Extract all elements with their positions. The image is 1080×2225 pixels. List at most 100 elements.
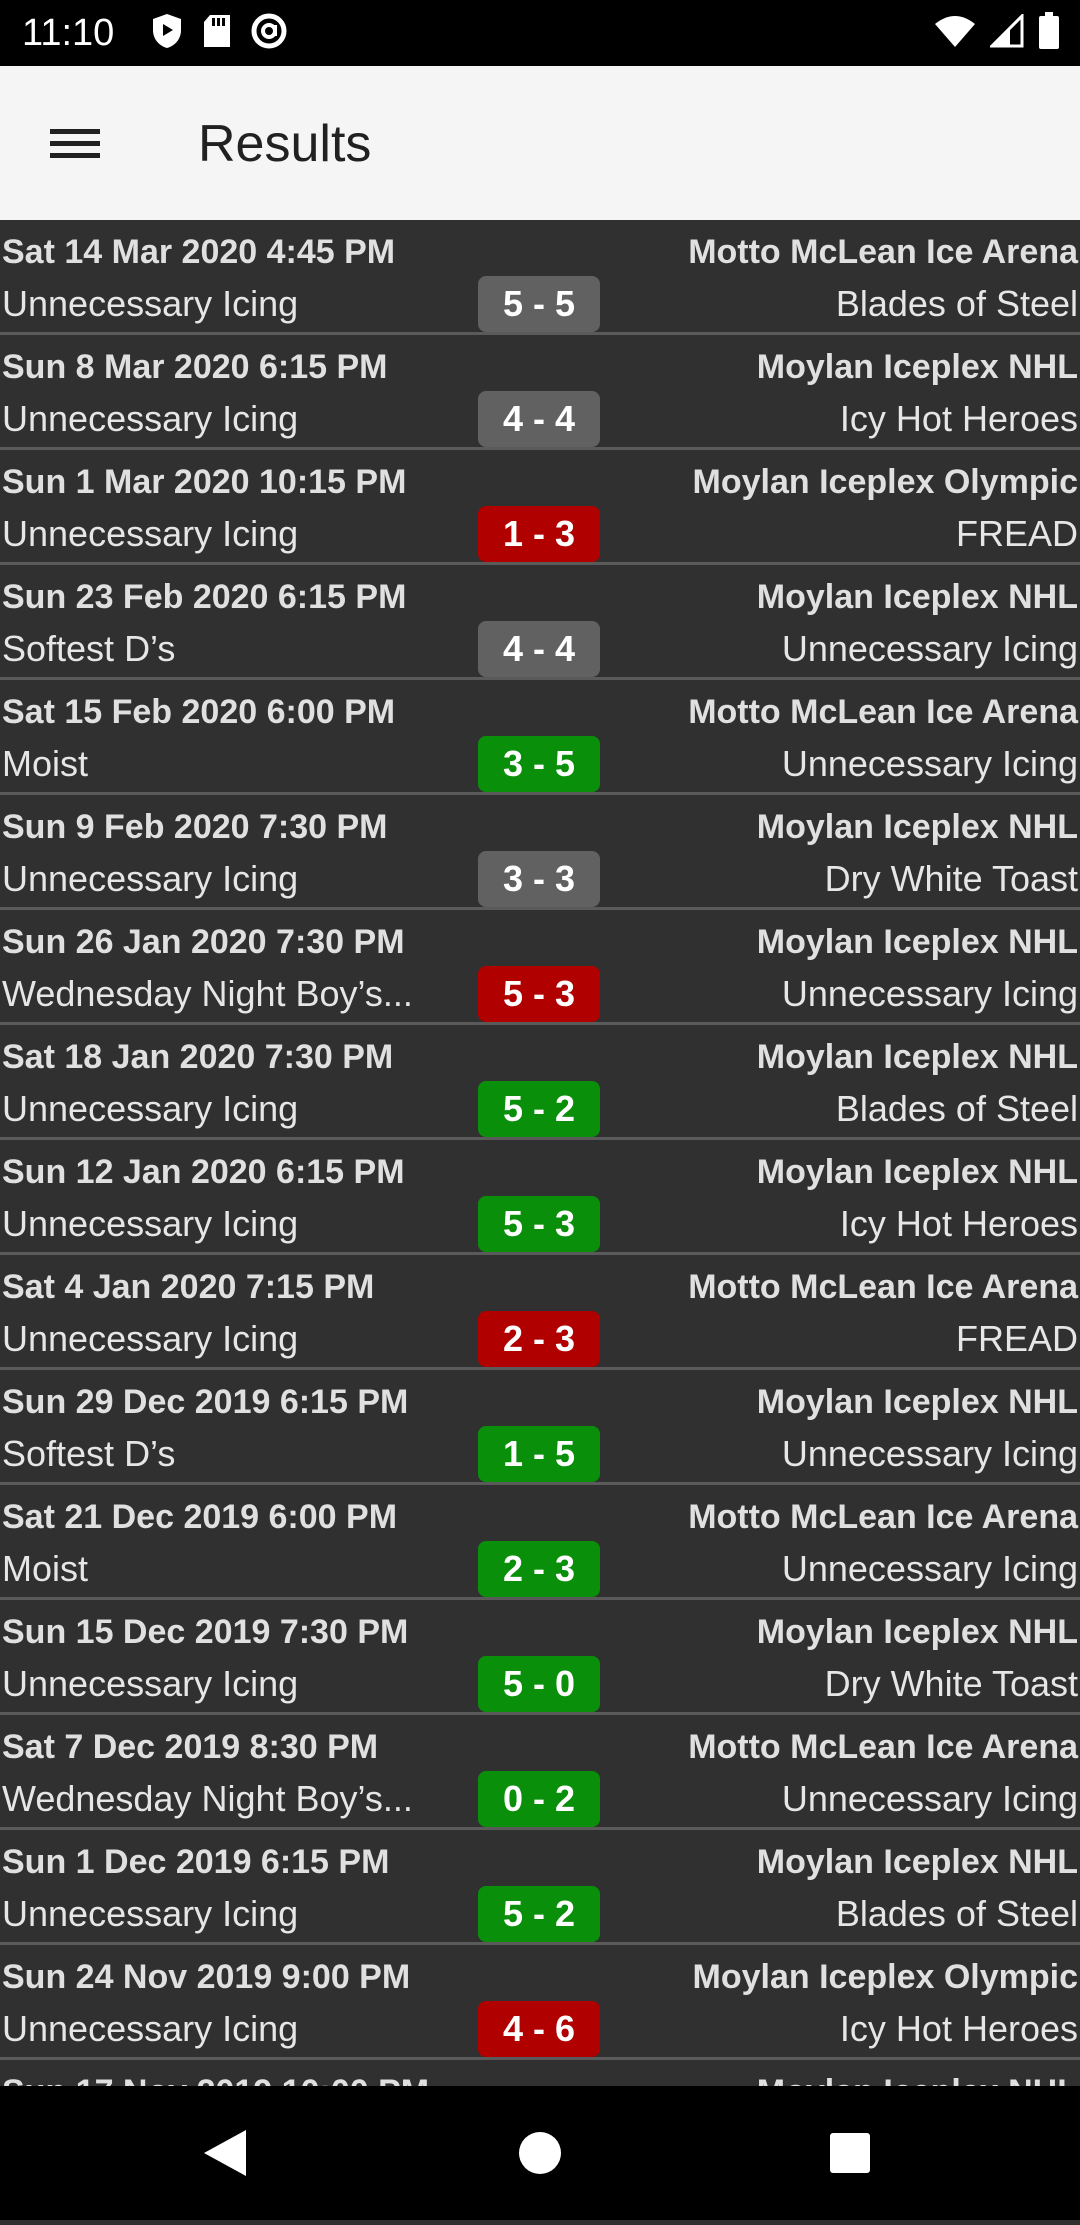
- result-row[interactable]: Sat 15 Feb 2020 6:00 PM Motto McLean Ice …: [0, 680, 1080, 795]
- status-bar: 11:10: [0, 0, 1080, 66]
- home-team: Unnecessary Icing: [2, 1893, 299, 1934]
- shield-icon: [150, 12, 184, 55]
- game-date: Sat 7 Dec 2019 8:30 PM: [2, 1728, 379, 1766]
- home-team: Moist: [2, 743, 89, 784]
- hamburger-menu-icon[interactable]: [36, 111, 100, 175]
- game-date: Sun 1 Mar 2020 10:15 PM: [2, 463, 407, 501]
- game-venue: Moylan Iceplex NHL: [756, 808, 1078, 846]
- result-row[interactable]: Sat 21 Dec 2019 6:00 PM Motto McLean Ice …: [0, 1485, 1080, 1600]
- game-date: Sun 9 Feb 2020 7:30 PM: [2, 808, 388, 846]
- home-team: Unnecessary Icing: [2, 1088, 299, 1129]
- game-date: Sun 29 Dec 2019 6:15 PM: [2, 1383, 409, 1421]
- game-venue: Moylan Iceplex NHL: [756, 1843, 1078, 1881]
- result-row[interactable]: Sun 24 Nov 2019 9:00 PM Moylan Iceplex Ol…: [0, 1945, 1080, 2060]
- result-row[interactable]: Sat 18 Jan 2020 7:30 PM Moylan Iceplex NH…: [0, 1025, 1080, 1140]
- away-team: Dry White Toast: [824, 858, 1078, 899]
- result-row[interactable]: Sun 29 Dec 2019 6:15 PM Moylan Iceplex NH…: [0, 1370, 1080, 1485]
- score-badge: 0 - 2: [478, 1771, 600, 1827]
- home-team: Unnecessary Icing: [2, 1318, 299, 1359]
- game-venue: Moylan Iceplex NHL: [756, 1613, 1078, 1651]
- result-row[interactable]: Sun 15 Dec 2019 7:30 PM Moylan Iceplex NH…: [0, 1600, 1080, 1715]
- home-circle-icon[interactable]: [440, 2086, 640, 2220]
- result-row[interactable]: Sun 1 Dec 2019 6:15 PM Moylan Iceplex NHL…: [0, 1830, 1080, 1945]
- away-team: Dry White Toast: [824, 1663, 1078, 1704]
- result-row[interactable]: Sun 9 Feb 2020 7:30 PM Moylan Iceplex NHL…: [0, 795, 1080, 910]
- home-team: Wednesday Night Boy’s...: [2, 973, 413, 1014]
- status-icons-left: [150, 12, 288, 54]
- game-date: Sun 17 Nov 2019 10:00 PM: [2, 2070, 429, 2086]
- navigation-bar: [0, 2086, 1080, 2220]
- sd-card-icon: [202, 13, 232, 54]
- score-badge: 1 - 3: [478, 506, 600, 562]
- away-team: Icy Hot Heroes: [839, 398, 1078, 439]
- at-icon: [250, 12, 288, 55]
- score-badge: 4 - 4: [478, 621, 600, 677]
- result-row[interactable]: Sun 8 Mar 2020 6:15 PM Moylan Iceplex NHL…: [0, 335, 1080, 450]
- home-team: Unnecessary Icing: [2, 398, 299, 439]
- status-icons-right: [934, 11, 1060, 55]
- game-venue: Moylan Iceplex NHL: [756, 1038, 1078, 1076]
- home-team: Softest D’s: [2, 1433, 176, 1474]
- game-date: Sun 1 Dec 2019 6:15 PM: [2, 1843, 390, 1881]
- result-row[interactable]: Sun 26 Jan 2020 7:30 PM Moylan Iceplex NH…: [0, 910, 1080, 1025]
- recents-square-icon[interactable]: [750, 2086, 950, 2220]
- score-badge: 1 - 5: [478, 1426, 600, 1482]
- away-team: Blades of Steel: [835, 283, 1078, 324]
- game-venue: Moylan Iceplex NHL: [757, 2070, 1078, 2086]
- game-date: Sun 12 Jan 2020 6:15 PM: [2, 1153, 405, 1191]
- score-badge: 3 - 3: [478, 851, 600, 907]
- score-badge: 5 - 2: [478, 1886, 600, 1942]
- wifi-icon: [934, 14, 976, 53]
- score-badge: 5 - 2: [478, 1081, 600, 1137]
- game-date: Sat 4 Jan 2020 7:15 PM: [2, 1268, 375, 1306]
- game-date: Sun 8 Mar 2020 6:15 PM: [2, 348, 388, 386]
- game-venue: Moylan Iceplex NHL: [756, 578, 1078, 616]
- away-team: Unnecessary Icing: [781, 1778, 1078, 1819]
- home-team: Unnecessary Icing: [2, 283, 299, 324]
- game-date: Sat 21 Dec 2019 6:00 PM: [2, 1498, 398, 1536]
- game-venue: Moylan Iceplex Olympic: [692, 1958, 1078, 1996]
- result-row[interactable]: Sat 4 Jan 2020 7:15 PM Motto McLean Ice A…: [0, 1255, 1080, 1370]
- results-list[interactable]: Sat 14 Mar 2020 4:45 PM Motto McLean Ice …: [0, 220, 1080, 2086]
- game-venue: Motto McLean Ice Arena: [688, 233, 1078, 271]
- back-triangle-icon[interactable]: [126, 2086, 326, 2220]
- away-team: Icy Hot Heroes: [839, 1203, 1078, 1244]
- result-row[interactable]: Sun 17 Nov 2019 10:00 PM Moylan Iceplex N…: [0, 2060, 1080, 2086]
- home-team: Unnecessary Icing: [2, 2008, 299, 2049]
- game-date: Sun 26 Jan 2020 7:30 PM: [2, 923, 405, 961]
- result-row[interactable]: Sat 7 Dec 2019 8:30 PM Motto McLean Ice A…: [0, 1715, 1080, 1830]
- away-team: Unnecessary Icing: [781, 973, 1078, 1014]
- game-venue: Moylan Iceplex NHL: [756, 348, 1078, 386]
- game-date: Sat 18 Jan 2020 7:30 PM: [2, 1038, 394, 1076]
- game-venue: Motto McLean Ice Arena: [688, 1728, 1078, 1766]
- game-venue: Moylan Iceplex NHL: [756, 1153, 1078, 1191]
- home-team: Unnecessary Icing: [2, 1663, 299, 1704]
- game-date: Sat 14 Mar 2020 4:45 PM: [2, 233, 396, 271]
- away-team: Unnecessary Icing: [781, 743, 1078, 784]
- game-venue: Motto McLean Ice Arena: [688, 1268, 1078, 1306]
- game-venue: Motto McLean Ice Arena: [688, 1498, 1078, 1536]
- game-date: Sun 23 Feb 2020 6:15 PM: [2, 578, 407, 616]
- away-team: Unnecessary Icing: [781, 1548, 1078, 1589]
- score-badge: 4 - 6: [478, 2001, 600, 2057]
- away-team: Blades of Steel: [835, 1088, 1078, 1129]
- away-team: Unnecessary Icing: [781, 1433, 1078, 1474]
- home-team: Wednesday Night Boy’s...: [2, 1778, 413, 1819]
- away-team: Icy Hot Heroes: [839, 2008, 1078, 2049]
- result-row[interactable]: Sun 1 Mar 2020 10:15 PM Moylan Iceplex Ol…: [0, 450, 1080, 565]
- home-team: Softest D’s: [2, 628, 176, 669]
- away-team: FREAD: [955, 513, 1078, 554]
- game-date: Sun 15 Dec 2019 7:30 PM: [2, 1613, 409, 1651]
- home-team: Moist: [2, 1548, 89, 1589]
- result-row[interactable]: Sat 14 Mar 2020 4:45 PM Motto McLean Ice …: [0, 220, 1080, 335]
- game-venue: Moylan Iceplex NHL: [756, 923, 1078, 961]
- game-date: Sat 15 Feb 2020 6:00 PM: [2, 693, 396, 731]
- score-badge: 4 - 4: [478, 391, 600, 447]
- score-badge: 5 - 3: [478, 966, 600, 1022]
- result-row[interactable]: Sun 12 Jan 2020 6:15 PM Moylan Iceplex NH…: [0, 1140, 1080, 1255]
- score-badge: 2 - 3: [478, 1311, 600, 1367]
- score-badge: 5 - 3: [478, 1196, 600, 1252]
- game-venue: Moylan Iceplex Olympic: [692, 463, 1078, 501]
- result-row[interactable]: Sun 23 Feb 2020 6:15 PM Moylan Iceplex NH…: [0, 565, 1080, 680]
- battery-icon: [1038, 11, 1060, 55]
